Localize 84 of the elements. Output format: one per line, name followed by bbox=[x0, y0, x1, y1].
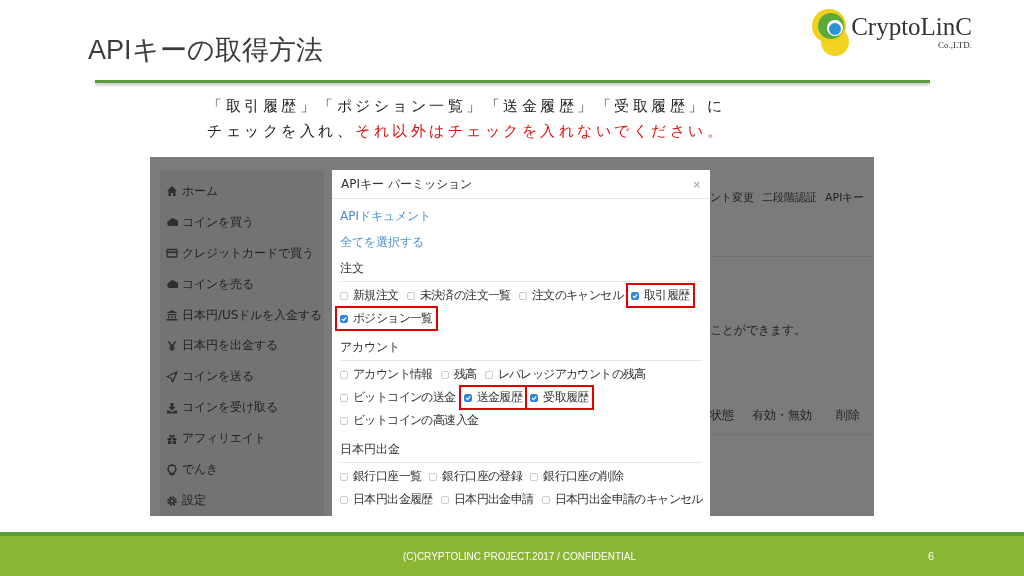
checkbox-label: ポジション一覧 bbox=[353, 310, 433, 327]
checkbox[interactable] bbox=[530, 393, 539, 402]
checkbox[interactable] bbox=[340, 370, 348, 379]
checkbox-label: アカウント情報 bbox=[353, 366, 433, 383]
check-icon bbox=[632, 292, 638, 299]
checkbox[interactable] bbox=[340, 472, 348, 481]
checkbox[interactable] bbox=[340, 416, 348, 425]
column-header: 削除 bbox=[836, 407, 860, 424]
nav-tab[interactable]: ント変更 bbox=[710, 190, 754, 205]
checkbox-label: レバレッジアカウントの残高 bbox=[497, 366, 646, 383]
section-heading: 日本円出金 bbox=[340, 436, 702, 463]
checkbox[interactable] bbox=[440, 370, 449, 379]
cloud-icon bbox=[166, 216, 178, 229]
checkbox[interactable] bbox=[541, 495, 550, 504]
gift-icon bbox=[166, 432, 178, 445]
checkbox[interactable] bbox=[530, 472, 539, 481]
checkbox-label: 銀行口座の削除 bbox=[543, 468, 624, 485]
sidebar-item[interactable]: アフィリエイト bbox=[160, 423, 324, 455]
light-bulb-icon bbox=[166, 463, 178, 476]
checkbox[interactable] bbox=[340, 314, 348, 323]
sidebar-item[interactable]: コインを売る bbox=[160, 268, 324, 300]
yen-icon bbox=[166, 340, 178, 352]
checkbox[interactable] bbox=[340, 495, 348, 504]
footer-text: (C)CRYPTOLINC PROJECT.2017 / CONFIDENTIAL bbox=[403, 550, 636, 562]
checkbox[interactable] bbox=[484, 370, 493, 379]
checkbox[interactable] bbox=[440, 495, 449, 504]
sidebar-item[interactable]: ホーム bbox=[160, 176, 324, 207]
bank-icon bbox=[166, 309, 178, 322]
checkbox[interactable] bbox=[340, 393, 348, 402]
checkbox-label: 日本円出金申請 bbox=[453, 491, 534, 508]
checkbox-label: 新規注文 bbox=[353, 287, 399, 304]
checkbox[interactable] bbox=[406, 291, 415, 300]
section-heading: 注文 bbox=[340, 255, 702, 282]
checkbox-label: 日本円出金履歴 bbox=[353, 491, 433, 508]
settings-icon bbox=[166, 494, 178, 507]
credit-card-icon bbox=[166, 247, 178, 260]
paper-plane-icon bbox=[166, 370, 178, 383]
sidebar-item[interactable]: でんき bbox=[160, 454, 324, 486]
checkbox-label: ビットコインの送金 bbox=[353, 389, 456, 406]
checkbox-label: 残高 bbox=[453, 366, 477, 383]
warning-text: それ以外はチェックを入れないでください。 bbox=[355, 122, 725, 140]
dialog-title: APIキー パーミッション bbox=[341, 175, 472, 193]
sidebar-item[interactable]: コインを受け取る bbox=[160, 392, 324, 424]
column-header: 状態 bbox=[710, 407, 734, 424]
check-icon bbox=[531, 394, 538, 401]
checkbox[interactable] bbox=[340, 291, 348, 300]
checkbox-label: 銀行口座一覧 bbox=[353, 468, 422, 485]
sidebar-item[interactable]: クレジットカードで買う bbox=[160, 237, 324, 269]
home-icon bbox=[166, 185, 178, 198]
checkbox[interactable] bbox=[518, 291, 527, 300]
checkbox-label: 取引履歴 bbox=[644, 287, 690, 304]
column-header: 有効・無効 bbox=[752, 407, 812, 424]
check-icon bbox=[341, 315, 347, 322]
checkbox-label: 送金履歴 bbox=[476, 389, 523, 406]
checkbox[interactable] bbox=[429, 472, 438, 481]
checkbox-label: 受取履歴 bbox=[543, 389, 589, 406]
body-text: ことができます。 bbox=[710, 322, 807, 339]
download-icon bbox=[166, 401, 178, 414]
page-number: 6 bbox=[927, 550, 934, 562]
close-button[interactable]: × bbox=[692, 178, 701, 190]
instruction-text: 「取引履歴」「ポジション一覧」「送金履歴」「受取履歴」に bbox=[207, 97, 725, 115]
section-heading: アカウント bbox=[340, 334, 702, 361]
sidebar-item[interactable]: コインを買う bbox=[160, 206, 324, 238]
nav-tab[interactable]: APIキー bbox=[825, 190, 865, 205]
instruction-text: チェックを入れ、 bbox=[207, 122, 355, 140]
checkbox[interactable] bbox=[463, 393, 472, 402]
logo-subtitle: Co.,LTD. bbox=[938, 40, 972, 50]
cloud-icon bbox=[166, 278, 178, 291]
sidebar-item[interactable]: 日本円を出金する bbox=[160, 330, 324, 362]
nav-tab[interactable]: 二段階認証 bbox=[762, 190, 817, 205]
link[interactable]: APIドキュメント bbox=[340, 203, 431, 229]
slide-title: APIキーの取得方法 bbox=[88, 34, 323, 67]
sidebar-item[interactable]: 設定 bbox=[160, 485, 324, 516]
link[interactable]: 全てを選択する bbox=[340, 229, 424, 255]
checkbox-label: 銀行口座の登録 bbox=[442, 468, 523, 485]
checkbox[interactable] bbox=[631, 291, 639, 300]
checkbox-label: 注文のキャンセル bbox=[531, 287, 623, 304]
sidebar-item[interactable]: コインを送る bbox=[160, 361, 324, 393]
sidebar-item[interactable]: 日本円/USドルを入金する bbox=[160, 299, 324, 331]
check-icon bbox=[464, 394, 471, 401]
checkbox-label: ビットコインの高速入金 bbox=[353, 412, 479, 429]
logo-name: CryptoLinC bbox=[851, 14, 972, 40]
checkbox-label: 未決済の注文一覧 bbox=[419, 287, 511, 304]
checkbox-label: 日本円出金申請のキャンセル bbox=[554, 491, 703, 508]
